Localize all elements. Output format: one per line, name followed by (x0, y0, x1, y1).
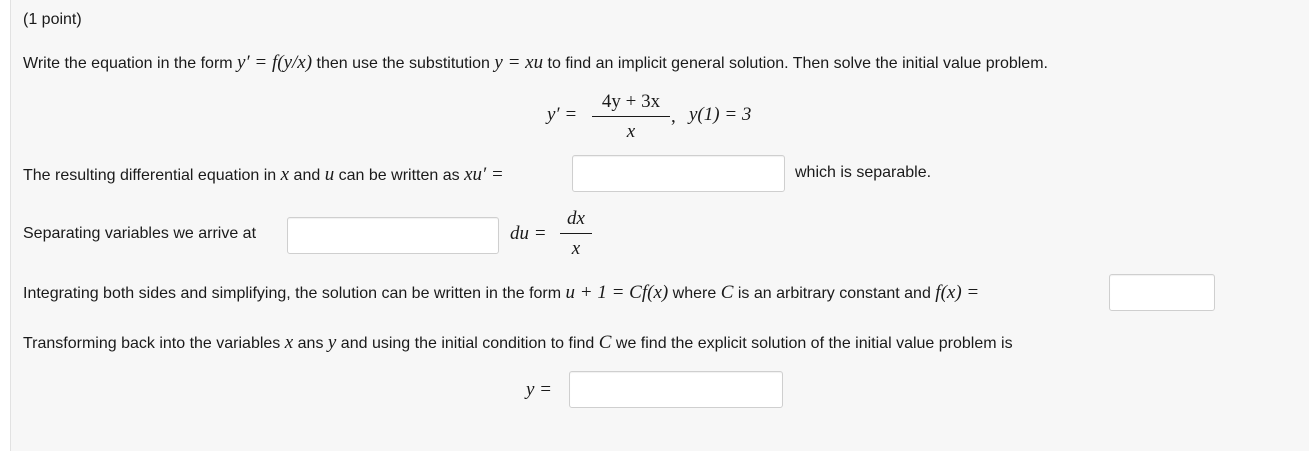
fraction-dx: dx (567, 208, 585, 229)
dx-over-x-fraction: dx x (560, 208, 592, 260)
equation-lhs: y′ = (547, 104, 578, 125)
answer-input-y[interactable] (569, 371, 783, 408)
fraction-bar (560, 233, 592, 234)
math-f-of-x: f(x) = (935, 282, 980, 303)
math-x: x (284, 332, 294, 353)
equation-comma: , (671, 106, 676, 127)
answer-input-separated[interactable] (287, 217, 499, 254)
row3-text: Integrating both sides and simplifying, … (23, 282, 979, 304)
equation-numerator: 4y + 3x (601, 91, 661, 112)
instructions-part-1: Write the equation in the form (23, 55, 233, 72)
math-xu-prime: xu′ = (464, 164, 504, 185)
math-substitution: y = xu (494, 52, 544, 73)
row4-part-2: ans (297, 335, 324, 352)
row1-part-3: can be written as (338, 167, 460, 184)
row1-text: The resulting differential equation in x… (23, 164, 504, 186)
row1-part-1: The resulting differential equation in (23, 167, 277, 184)
math-x: x (280, 164, 290, 185)
math-y: y (327, 332, 337, 353)
row3-part-2: where (672, 285, 717, 302)
math-solution-form: u + 1 = Cf(x) (565, 282, 669, 303)
points-label: (1 point) (23, 11, 82, 28)
y-equals: y = (526, 379, 553, 400)
du-equals: du = (510, 223, 547, 244)
row3-part-3: is an arbitrary constant and (737, 285, 931, 302)
fraction-bar (592, 116, 670, 117)
answer-input-de[interactable] (572, 155, 785, 192)
answer-input-f[interactable] (1109, 274, 1215, 311)
row3-part-1: Integrating both sides and simplifying, … (23, 285, 562, 302)
math-c: C (598, 332, 612, 353)
row1-part-2: and (293, 167, 321, 184)
initial-condition: y(1) = 3 (689, 104, 752, 125)
row4-part-3: and using the initial condition to find (340, 335, 595, 352)
row4-part-4: we find the explicit solution of the ini… (615, 335, 1013, 352)
math-u: u (324, 164, 335, 185)
row4-part-1: Transforming back into the variables (23, 335, 281, 352)
equation-denominator: x (626, 121, 636, 142)
instructions-part-3: to find an implicit general solution. Th… (547, 55, 1048, 72)
row4-text: Transforming back into the variables x a… (23, 332, 1013, 354)
equation-fraction: 4y + 3x x (592, 91, 670, 143)
math-c: C (720, 282, 734, 303)
instructions-part-2: then use the substitution (316, 55, 490, 72)
math-target-form: y′ = f(y/x) (237, 52, 313, 73)
separable-note: which is separable. (795, 164, 932, 181)
separating-label: Separating variables we arrive at (23, 225, 257, 242)
instructions-text: Write the equation in the form y′ = f(y/… (23, 52, 1048, 74)
fraction-x: x (571, 238, 581, 259)
